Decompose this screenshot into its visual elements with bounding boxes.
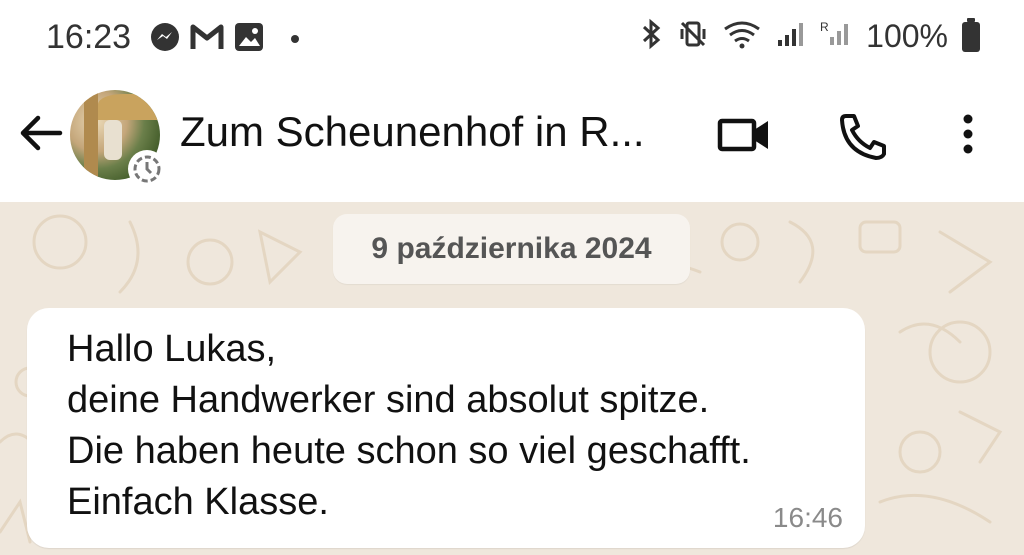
video-call-button[interactable]: [716, 110, 772, 160]
svg-text:R: R: [820, 20, 829, 34]
message-line: Hallo Lukas,: [67, 328, 277, 370]
system-icons: R 100%: [638, 17, 980, 55]
chat-title[interactable]: Zum Scheunenhof in R...: [180, 108, 645, 156]
gmail-icon: [190, 23, 224, 56]
back-button[interactable]: [16, 108, 66, 158]
bluetooth-icon: [638, 18, 664, 55]
status-bar: 16:23 R 100%: [0, 0, 1024, 78]
notification-icons: [150, 22, 300, 57]
battery-percentage: 100%: [866, 18, 948, 54]
wifi-icon: [722, 19, 762, 54]
message-line: Einfach Klasse.: [67, 481, 329, 523]
voice-call-button[interactable]: [836, 110, 892, 160]
phone-call-icon: [840, 114, 886, 160]
message-bubble[interactable]: Hallo Lukas, deine Handwerker sind absol…: [27, 308, 865, 548]
message-line: Die haben heute schon so viel geschafft.: [67, 430, 751, 472]
status-time: 16:23: [46, 18, 132, 56]
chat-header: Zum Scheunenhof in R...: [0, 78, 1024, 202]
more-options-icon: [963, 114, 973, 154]
gallery-icon: [234, 22, 264, 57]
roaming-signal-icon: R: [820, 19, 852, 54]
back-arrow-icon: [20, 115, 63, 151]
messenger-icon: [150, 22, 180, 57]
date-chip: 9 października 2024: [333, 214, 690, 284]
message-line: deine Handwerker sind absolut spitze.: [67, 379, 710, 421]
more-options-button[interactable]: [940, 110, 996, 160]
chat-area[interactable]: 9 października 2024 Hallo Lukas, deine H…: [0, 202, 1024, 555]
video-call-icon: [717, 118, 768, 152]
battery-icon: [962, 17, 980, 52]
dot-icon: [290, 31, 300, 49]
message-timestamp: 16:46: [772, 502, 843, 533]
vibrate-off-icon: [678, 19, 708, 54]
status-update-icon: [128, 150, 166, 188]
signal-icon: [776, 20, 806, 53]
